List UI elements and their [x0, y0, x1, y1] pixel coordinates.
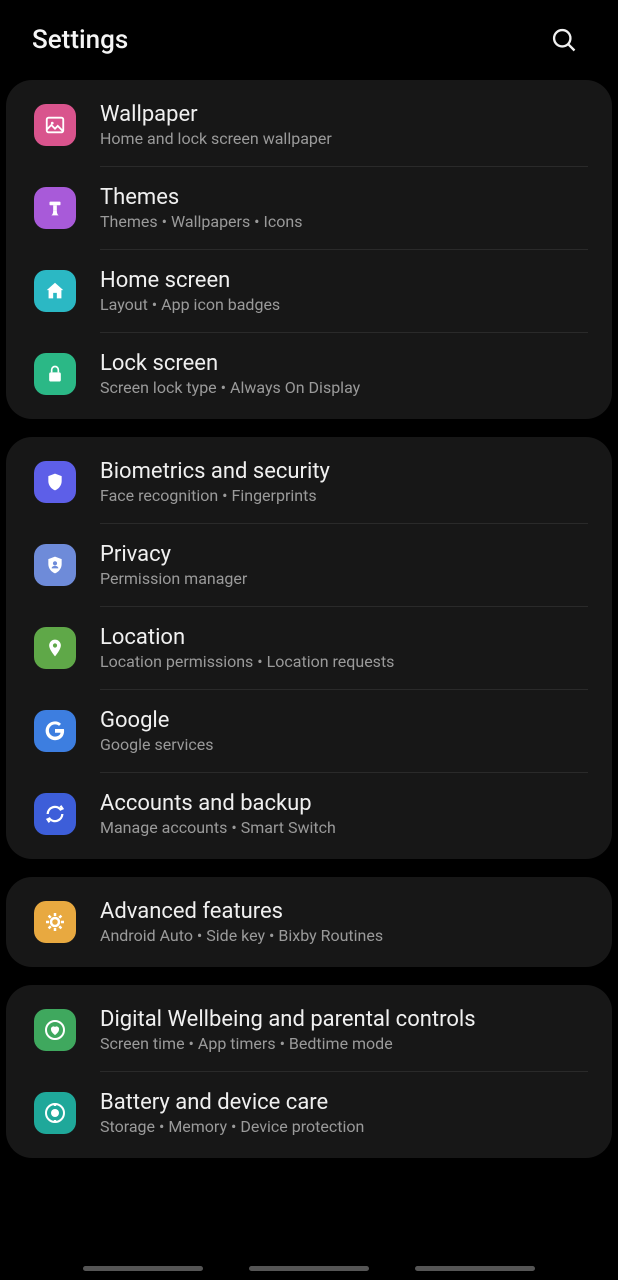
- item-text: Lock screen Screen lock type • Always On…: [100, 351, 588, 397]
- item-title: Accounts and backup: [100, 791, 588, 816]
- image-icon: [34, 104, 76, 146]
- item-text: Wallpaper Home and lock screen wallpaper: [100, 102, 588, 148]
- item-text: Home screen Layout • App icon badges: [100, 268, 588, 314]
- item-subtitle: Permission manager: [100, 569, 588, 588]
- settings-item-lock-screen[interactable]: Lock screen Screen lock type • Always On…: [6, 333, 612, 415]
- privacy-icon: [34, 544, 76, 586]
- sync-icon: [34, 793, 76, 835]
- settings-item-home-screen[interactable]: Home screen Layout • App icon badges: [6, 250, 612, 332]
- settings-item-location[interactable]: Location Location permissions • Location…: [6, 607, 612, 689]
- header: Settings: [0, 0, 618, 80]
- settings-item-battery[interactable]: Battery and device care Storage • Memory…: [6, 1072, 612, 1154]
- item-subtitle: Face recognition • Fingerprints: [100, 486, 588, 505]
- settings-item-google[interactable]: Google Google services: [6, 690, 612, 772]
- item-title: Battery and device care: [100, 1090, 588, 1115]
- wellbeing-icon: [34, 1009, 76, 1051]
- item-text: Biometrics and security Face recognition…: [100, 459, 588, 505]
- search-icon: [550, 26, 578, 54]
- item-subtitle: Google services: [100, 735, 588, 754]
- item-text: Location Location permissions • Location…: [100, 625, 588, 671]
- item-title: Privacy: [100, 542, 588, 567]
- item-title: Home screen: [100, 268, 588, 293]
- settings-item-wellbeing[interactable]: Digital Wellbeing and parental controls …: [6, 989, 612, 1071]
- settings-item-wallpaper[interactable]: Wallpaper Home and lock screen wallpaper: [6, 84, 612, 166]
- care-icon: [34, 1092, 76, 1134]
- item-subtitle: Location permissions • Location requests: [100, 652, 588, 671]
- item-text: Advanced features Android Auto • Side ke…: [100, 899, 588, 945]
- nav-recent[interactable]: [83, 1266, 203, 1271]
- item-subtitle: Screen lock type • Always On Display: [100, 378, 588, 397]
- page-title: Settings: [32, 25, 128, 55]
- item-text: Accounts and backup Manage accounts • Sm…: [100, 791, 588, 837]
- item-subtitle: Themes • Wallpapers • Icons: [100, 212, 588, 231]
- item-text: Google Google services: [100, 708, 588, 754]
- nav-back[interactable]: [415, 1266, 535, 1271]
- item-title: Advanced features: [100, 899, 588, 924]
- settings-item-accounts[interactable]: Accounts and backup Manage accounts • Sm…: [6, 773, 612, 855]
- item-subtitle: Screen time • App timers • Bedtime mode: [100, 1034, 588, 1053]
- lock-icon: [34, 353, 76, 395]
- item-text: Themes Themes • Wallpapers • Icons: [100, 185, 588, 231]
- settings-item-advanced[interactable]: Advanced features Android Auto • Side ke…: [6, 881, 612, 963]
- item-text: Privacy Permission manager: [100, 542, 588, 588]
- item-subtitle: Android Auto • Side key • Bixby Routines: [100, 926, 588, 945]
- item-text: Battery and device care Storage • Memory…: [100, 1090, 588, 1136]
- item-subtitle: Manage accounts • Smart Switch: [100, 818, 588, 837]
- item-text: Digital Wellbeing and parental controls …: [100, 1007, 588, 1053]
- item-title: Biometrics and security: [100, 459, 588, 484]
- item-title: Themes: [100, 185, 588, 210]
- item-title: Digital Wellbeing and parental controls: [100, 1007, 588, 1032]
- settings-list: Wallpaper Home and lock screen wallpaper…: [0, 80, 618, 1158]
- google-icon: [34, 710, 76, 752]
- settings-group: Digital Wellbeing and parental controls …: [6, 985, 612, 1158]
- shield-icon: [34, 461, 76, 503]
- item-title: Lock screen: [100, 351, 588, 376]
- item-subtitle: Storage • Memory • Device protection: [100, 1117, 588, 1136]
- settings-item-biometrics[interactable]: Biometrics and security Face recognition…: [6, 441, 612, 523]
- gear-plus-icon: [34, 901, 76, 943]
- item-title: Location: [100, 625, 588, 650]
- brush-icon: [34, 187, 76, 229]
- home-icon: [34, 270, 76, 312]
- item-subtitle: Layout • App icon badges: [100, 295, 588, 314]
- search-button[interactable]: [542, 18, 586, 62]
- item-title: Google: [100, 708, 588, 733]
- settings-item-themes[interactable]: Themes Themes • Wallpapers • Icons: [6, 167, 612, 249]
- nav-home[interactable]: [249, 1266, 369, 1271]
- settings-group: Advanced features Android Auto • Side ke…: [6, 877, 612, 967]
- settings-group: Wallpaper Home and lock screen wallpaper…: [6, 80, 612, 419]
- settings-group: Biometrics and security Face recognition…: [6, 437, 612, 859]
- system-navbar: [0, 1260, 618, 1276]
- item-title: Wallpaper: [100, 102, 588, 127]
- pin-icon: [34, 627, 76, 669]
- settings-item-privacy[interactable]: Privacy Permission manager: [6, 524, 612, 606]
- item-subtitle: Home and lock screen wallpaper: [100, 129, 588, 148]
